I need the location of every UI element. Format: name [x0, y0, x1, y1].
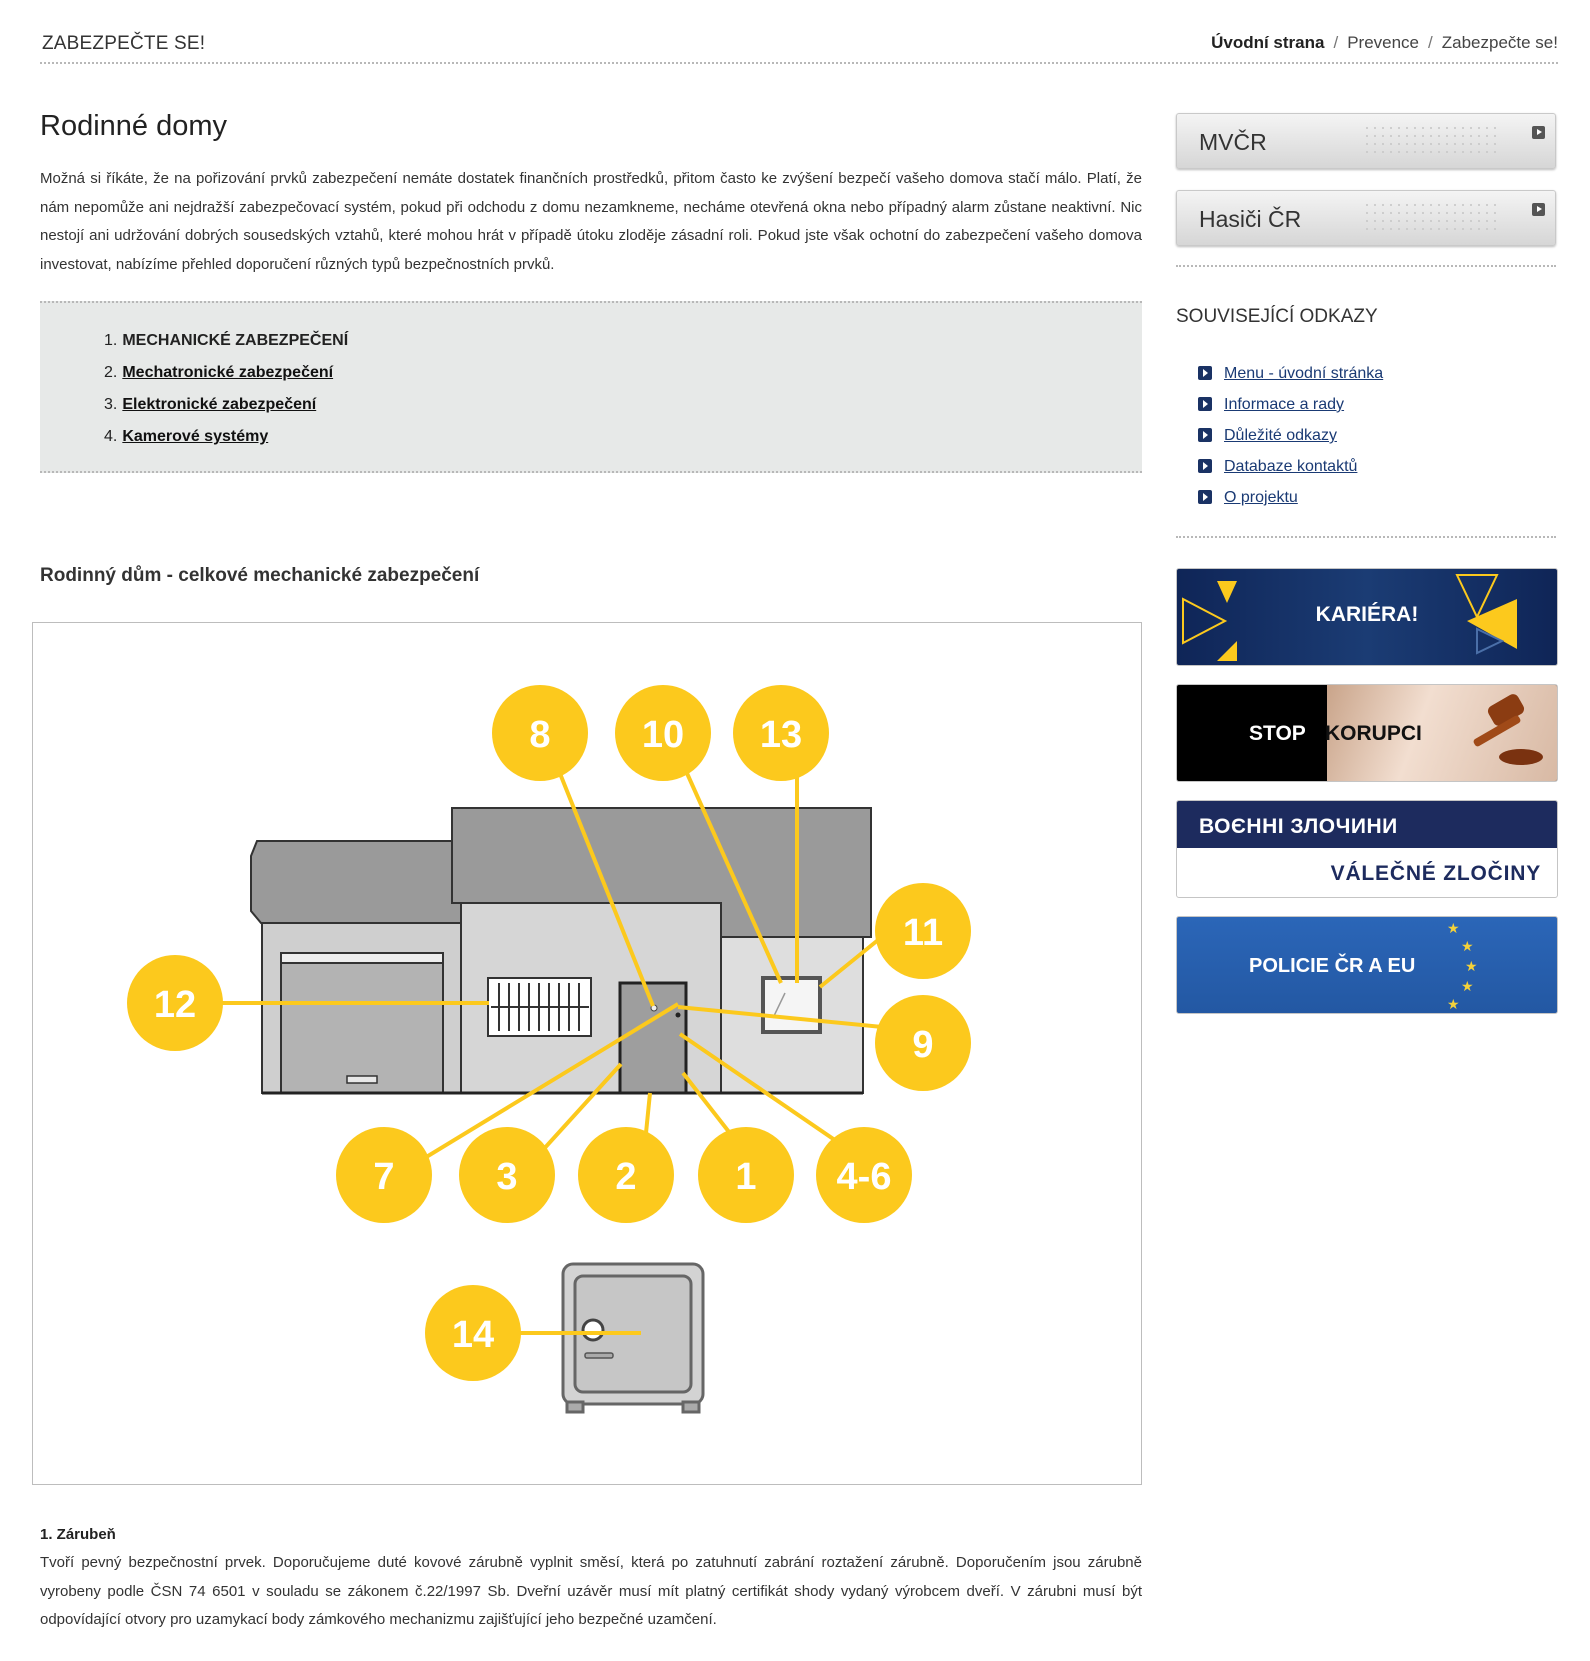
related-link-about[interactable]: O projektu — [1224, 489, 1298, 506]
list-item: Důležité odkazy — [1198, 420, 1556, 451]
hasici-button[interactable]: Hasiči ČR — [1176, 190, 1556, 246]
svg-text:★: ★ — [1447, 996, 1460, 1012]
label-4-6: 4-6 — [837, 1156, 892, 1198]
bullet-arrow-icon — [1198, 490, 1212, 504]
svg-text:★: ★ — [1465, 958, 1478, 974]
toc-item: 2. Mechatronické zabezpečení — [104, 364, 334, 381]
gavel-icon — [1473, 694, 1543, 765]
bullet-arrow-icon — [1198, 397, 1212, 411]
eu-stars-icon: ★ ★ ★ ★ ★ — [1447, 920, 1478, 1012]
item-text: Tvoří pevný bezpečnostní prvek. Doporuču… — [40, 1554, 1142, 1628]
sidebar-divider — [1176, 536, 1556, 538]
related-links-list: Menu - úvodní stránka Informace a rady D… — [1198, 358, 1556, 513]
valecne-ukrainian-label: ВОЄННІ ЗЛОЧИНИ — [1199, 815, 1398, 838]
korupci-label: KORUPCI — [1325, 722, 1422, 745]
svg-text:★: ★ — [1461, 978, 1474, 994]
main-content: Rodinné domy Možná si říkáte, že na poři… — [32, 110, 1142, 1628]
stop-korupci-banner[interactable]: STOP KORUPCI — [1176, 684, 1558, 782]
related-link-contacts[interactable]: Databaze kontaktů — [1224, 458, 1357, 475]
toc-link-camera[interactable]: Kamerové systémy — [122, 428, 268, 445]
kariera-banner-label: KARIÉRA! — [1315, 603, 1419, 626]
stop-label: STOP — [1249, 722, 1306, 745]
label-1: 1 — [735, 1156, 756, 1198]
sidebar: MVČR Hasiči ČR SOUVISEJÍCÍ ODKAZY Menu -… — [1176, 113, 1558, 1032]
list-item: O projektu — [1198, 482, 1556, 513]
intro-paragraph: Možná si říkáte, že na pořizování prvků … — [40, 170, 1142, 273]
mvcr-button[interactable]: MVČR — [1176, 113, 1556, 169]
breadcrumb-home-link[interactable]: Úvodní strana — [1211, 33, 1324, 52]
related-links-heading: SOUVISEJÍCÍ ODKAZY — [1176, 306, 1378, 327]
section-heading: Rodinný dům - celkové mechanické zabezpe… — [40, 565, 480, 586]
label-2: 2 — [615, 1156, 636, 1198]
dot-pattern — [1363, 124, 1497, 158]
bullet-arrow-icon — [1198, 366, 1212, 380]
valecne-zlociny-banner[interactable]: ВОЄННІ ЗЛОЧИНИ VÁLEČNÉ ZLOČINY — [1176, 800, 1558, 898]
table-of-contents: 1. MECHANICKÉ ZABEZPEČENÍ 2. Mechatronické… — [40, 301, 1142, 473]
breadcrumb-separator: / — [1428, 33, 1433, 52]
svg-text:★: ★ — [1447, 920, 1460, 936]
related-link-important[interactable]: Důležité odkazy — [1224, 427, 1337, 444]
toc-item: 4. Kamerové systémy — [104, 428, 269, 445]
breadcrumb-current[interactable]: Zabezpečte se! — [1442, 33, 1558, 52]
house-illustration: 8 10 13 11 12 9 7 3 2 1 4-6 14 — [127, 685, 971, 1414]
toc-link-electronic[interactable]: Elektronické zabezpečení — [122, 396, 316, 413]
item-title: 1. Zárubeň — [40, 1526, 116, 1543]
header-divider — [40, 62, 1558, 64]
page-section-title: ZABEZPEČTE SE! — [42, 33, 206, 54]
house-security-diagram: 8 10 13 11 12 9 7 3 2 1 4-6 14 — [32, 622, 1142, 1485]
label-8: 8 — [529, 714, 550, 756]
list-item: Menu - úvodní stránka — [1198, 358, 1556, 389]
label-13: 13 — [760, 714, 802, 756]
sidebar-divider — [1176, 265, 1556, 267]
label-14: 14 — [452, 1314, 494, 1356]
valecne-czech-label: VÁLEČNÉ ZLOČINY — [1330, 862, 1541, 885]
related-link-info[interactable]: Informace a rady — [1224, 396, 1344, 413]
label-12: 12 — [154, 984, 196, 1026]
label-3: 3 — [496, 1156, 517, 1198]
label-10: 10 — [642, 714, 684, 756]
list-item: Informace a rady — [1198, 389, 1556, 420]
toc-item: 3. Elektronické zabezpečení — [104, 396, 317, 413]
breadcrumb-prevence-link[interactable]: Prevence — [1347, 33, 1419, 52]
svg-text:★: ★ — [1461, 938, 1474, 954]
item-description: 1. Zárubeň Tvoří pevný bezpečnostní prve… — [40, 1526, 1142, 1635]
toc-item-current: MECHANICKÉ ZABEZPEČENÍ — [122, 332, 349, 349]
related-link-menu[interactable]: Menu - úvodní stránka — [1224, 365, 1383, 382]
policie-eu-banner[interactable]: ★ ★ ★ ★ ★ POLICIE ČR A EU — [1176, 916, 1558, 1014]
mvcr-button-label: MVČR — [1199, 129, 1267, 155]
arrow-right-icon — [1532, 126, 1545, 139]
label-7: 7 — [373, 1156, 394, 1198]
arrow-right-icon — [1532, 203, 1545, 216]
policie-eu-label: POLICIE ČR A EU — [1249, 955, 1416, 977]
breadcrumb: Úvodní strana / Prevence / Zabezpečte se! — [1211, 33, 1558, 53]
label-11: 11 — [903, 912, 943, 954]
dot-pattern — [1363, 201, 1497, 235]
list-item: Databaze kontaktů — [1198, 451, 1556, 482]
bullet-arrow-icon — [1198, 459, 1212, 473]
kariera-banner[interactable]: KARIÉRA! — [1176, 568, 1558, 666]
toc-link-mechatronic[interactable]: Mechatronické zabezpečení — [122, 364, 333, 381]
hasici-button-label: Hasiči ČR — [1199, 206, 1302, 232]
label-9: 9 — [912, 1024, 933, 1066]
bullet-arrow-icon — [1198, 428, 1212, 442]
page-title: Rodinné domy — [40, 110, 227, 142]
breadcrumb-separator: / — [1333, 33, 1339, 52]
toc-item: 1. MECHANICKÉ ZABEZPEČENÍ — [104, 332, 349, 349]
